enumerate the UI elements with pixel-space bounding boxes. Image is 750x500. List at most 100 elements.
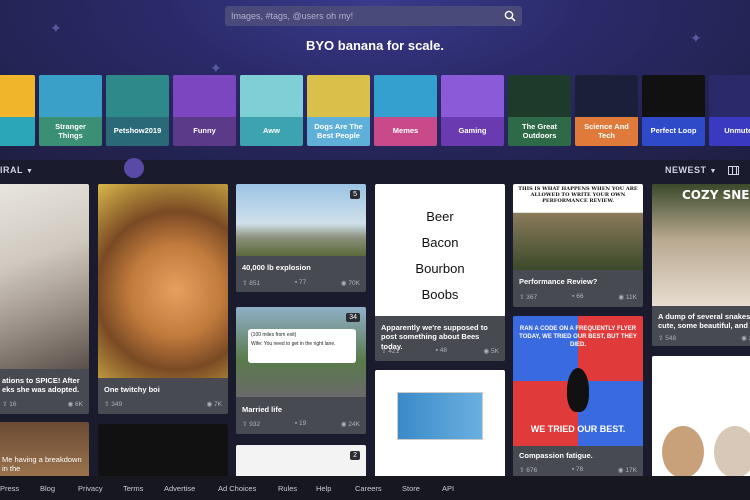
footer-link[interactable]: Privacy bbox=[78, 484, 103, 493]
views-icon: ◉ bbox=[340, 280, 347, 287]
tag-tile[interactable]: Unmuted bbox=[709, 75, 750, 146]
post-title: 40,000 lb explosion bbox=[242, 263, 311, 272]
view-count: 5K bbox=[491, 348, 499, 355]
views-icon: ◉ bbox=[67, 401, 74, 408]
image-count-badge: 5 bbox=[350, 190, 360, 199]
post-card[interactable]: 5 40,000 lb explosion ⇧ 851 ▪ 77 ◉ 70K bbox=[236, 184, 366, 292]
footer-link[interactable]: Ad Choices bbox=[218, 484, 256, 493]
post-card[interactable]: Me having a breakdown in the bbox=[0, 422, 89, 482]
upvote-icon: ⇧ bbox=[519, 294, 525, 301]
post-title: A dump of several snakes: cute, some bea… bbox=[658, 312, 750, 331]
footer-link[interactable]: Store bbox=[402, 484, 420, 493]
post-image bbox=[236, 184, 366, 256]
post-stats: ⇧ 16 ◉ 6K bbox=[2, 400, 83, 408]
tag-image bbox=[642, 75, 705, 117]
tag-image bbox=[106, 75, 169, 117]
list-item: Bourbon bbox=[415, 261, 465, 276]
upvote-icon: ⇧ bbox=[519, 467, 525, 474]
post-card[interactable]: ations to SPICE! After eks she was adopt… bbox=[0, 184, 89, 414]
list-item: Bacon bbox=[421, 235, 459, 250]
view-count: 70K bbox=[348, 280, 360, 287]
tag-label: Gaming bbox=[458, 126, 487, 136]
upvote-icon: ⇧ bbox=[381, 348, 387, 355]
post-stats: ⇧ 421 ▪ 48 ◉ 5K bbox=[381, 347, 499, 355]
upvote-count: 349 bbox=[111, 401, 123, 408]
photo-thumbnail bbox=[662, 426, 704, 478]
post-title: Married life bbox=[242, 405, 283, 414]
upvote-count: 367 bbox=[526, 294, 538, 301]
tag-image bbox=[173, 75, 236, 117]
post-image: COZY SNEK bbox=[652, 184, 750, 306]
tweet-text: (100 miles from exit) bbox=[251, 332, 297, 338]
post-title: Compassion fatigue. bbox=[519, 451, 593, 460]
sort-newest-label: NEWEST bbox=[665, 165, 707, 175]
tag-tile[interactable]: Perfect Loop bbox=[642, 75, 705, 146]
upvote-icon: ⇧ bbox=[2, 401, 8, 408]
planet-decoration bbox=[124, 158, 144, 178]
view-count: 17K bbox=[625, 467, 637, 474]
grid-view-icon[interactable] bbox=[728, 166, 739, 175]
sort-newest-dropdown[interactable]: NEWEST ▼ bbox=[665, 165, 717, 175]
meme-bottom-text: WE TRIED OUR BEST. bbox=[530, 424, 626, 434]
sort-viral-dropdown[interactable]: IRAL ▼ bbox=[0, 165, 33, 175]
tag-image bbox=[709, 75, 750, 117]
comment-icon: ▪ bbox=[571, 466, 575, 473]
tag-tile[interactable]: Science And Tech bbox=[575, 75, 638, 146]
tagline: BYO banana for scale. bbox=[306, 38, 444, 53]
tweet-card: (100 miles from exit) Wife: You need to … bbox=[248, 329, 356, 363]
meme-top-text: RAN A CODE ON A FREQUENTLY FLYER TODAY, … bbox=[519, 326, 637, 348]
post-card[interactable] bbox=[652, 356, 750, 482]
tag-label: Dogs Are The Best People bbox=[314, 121, 363, 140]
footer-link[interactable]: API bbox=[442, 484, 454, 493]
tag-image bbox=[374, 75, 437, 117]
post-card[interactable]: Beer Bacon Bourbon Boobs Apparently we'r… bbox=[375, 184, 505, 361]
tag-tile[interactable] bbox=[0, 75, 35, 146]
tag-tile[interactable]: Funny bbox=[173, 75, 236, 146]
post-image: Beer Bacon Bourbon Boobs bbox=[375, 184, 505, 316]
tag-image bbox=[441, 75, 504, 117]
post-card[interactable]: One twitchy boi ⇧ 349 ◉ 7K bbox=[98, 184, 228, 414]
comment-count: 48 bbox=[439, 347, 448, 354]
post-card[interactable]: RAN A CODE ON A FREQUENTLY FLYER TODAY, … bbox=[513, 316, 643, 479]
photo-thumbnail bbox=[714, 426, 750, 478]
tag-tile[interactable]: Gaming bbox=[441, 75, 504, 146]
footer-link[interactable]: Terms bbox=[123, 484, 143, 493]
comment-count: 66 bbox=[576, 293, 584, 300]
comment-count: 78 bbox=[575, 466, 584, 473]
tag-tile[interactable]: Aww bbox=[240, 75, 303, 146]
views-icon: ◉ bbox=[617, 467, 624, 474]
search-input[interactable] bbox=[231, 11, 504, 21]
post-image bbox=[652, 356, 750, 482]
tag-image bbox=[508, 75, 571, 117]
upvote-icon: ⇧ bbox=[658, 335, 664, 342]
tag-tile[interactable]: Memes bbox=[374, 75, 437, 146]
post-image-caption: Me having a breakdown in the bbox=[2, 455, 82, 474]
upvote-count: 932 bbox=[249, 421, 261, 428]
search-icon[interactable] bbox=[504, 10, 516, 22]
post-card[interactable] bbox=[375, 370, 505, 482]
comment-icon: ▪ bbox=[572, 293, 575, 300]
footer-link[interactable]: Advertise bbox=[164, 484, 195, 493]
search-bar[interactable] bbox=[225, 6, 522, 26]
footer-link[interactable]: Rules bbox=[278, 484, 297, 493]
upvote-count: 676 bbox=[526, 467, 538, 474]
post-card[interactable]: COZY SNEK A dump of several snakes: cute… bbox=[652, 184, 750, 346]
views-icon: ◉ bbox=[340, 421, 347, 428]
post-card[interactable]: THIS IS WHAT HAPPENS WHEN YOU ARE ALLOWE… bbox=[513, 184, 643, 307]
tag-tile[interactable]: Petshow2019 bbox=[106, 75, 169, 146]
chevron-down-icon: ▼ bbox=[26, 168, 34, 175]
tag-tile[interactable]: Stranger Things bbox=[39, 75, 102, 146]
tag-label: Perfect Loop bbox=[650, 126, 697, 136]
penguin-figure bbox=[567, 368, 589, 412]
tag-tile[interactable]: Dogs Are The Best People bbox=[307, 75, 370, 146]
post-card[interactable]: (100 miles from exit) Wife: You need to … bbox=[236, 307, 366, 434]
footer-link[interactable]: Careers bbox=[355, 484, 382, 493]
views-icon: ◉ bbox=[741, 335, 747, 342]
list-item: Boobs bbox=[421, 287, 459, 302]
tag-tile[interactable]: The Great Outdoors bbox=[508, 75, 571, 146]
post-stats: ⇧ 676 ▪ 78 ◉ 17K bbox=[519, 466, 637, 474]
footer-link[interactable]: Help bbox=[316, 484, 331, 493]
footer-link[interactable]: Press bbox=[0, 484, 19, 493]
post-card[interactable] bbox=[98, 424, 228, 482]
footer-link[interactable]: Blog bbox=[40, 484, 55, 493]
